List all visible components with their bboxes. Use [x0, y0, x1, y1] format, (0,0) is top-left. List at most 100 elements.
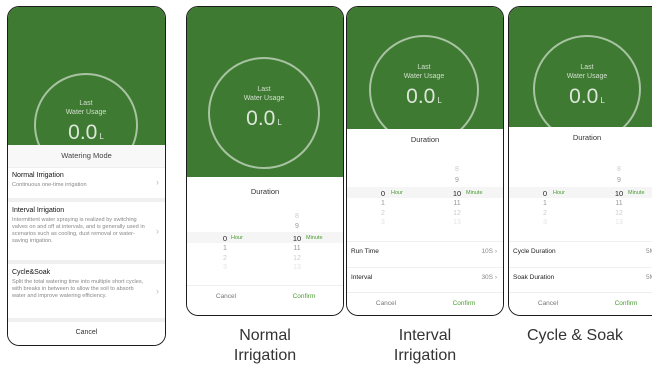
mode-interval-title: Interval Irrigation	[12, 207, 65, 214]
water-usage-label-line1: Last	[580, 64, 594, 71]
confirm-button[interactable]: Confirm	[587, 300, 652, 307]
duration-title: Duration	[410, 135, 440, 144]
cancel-button[interactable]: Cancel	[347, 300, 425, 307]
run-time-value: 10S ›	[481, 248, 497, 255]
water-usage-value: 0.0 L	[406, 85, 442, 108]
caption-interval-irrigation: Interval Irrigation	[346, 326, 504, 366]
phone-watering-mode: Last Water Usage 0.0 L Watering Mode Norm…	[7, 6, 166, 346]
caption-line: Irrigation	[393, 347, 457, 364]
mode-cycle-soak[interactable]: Cycle&Soak Split the total watering time…	[8, 264, 165, 322]
hour-option[interactable]: 2	[535, 210, 555, 217]
cycle-duration-row[interactable]: Cycle Duration 5M ›	[509, 241, 652, 262]
caption-line: Interval	[398, 327, 452, 344]
watering-mode-title: Watering Mode	[8, 145, 165, 168]
minute-selected[interactable]: 10	[447, 189, 467, 198]
caption-normal-irrigation: Normal Irrigation	[186, 326, 344, 366]
run-time-label: Run Time	[351, 248, 379, 255]
interval-row[interactable]: Interval 30S ›	[347, 267, 503, 288]
minute-option[interactable]: 8	[447, 166, 467, 173]
minute-unit: Minute	[628, 190, 645, 196]
dialog-buttons: Cancel Confirm	[347, 292, 503, 315]
cancel-button[interactable]: Cancel	[509, 300, 587, 307]
mode-normal-desc: Continuous one-time irrigation	[12, 182, 87, 188]
phone-interval-irrigation: Last Water Usage 0.0 L Duration 0 Hour 1 …	[346, 6, 504, 316]
water-usage-value: 0.0 L	[569, 85, 605, 108]
interval-label: Interval	[351, 274, 373, 281]
duration-sheet: Duration 0 Hour 1 2 3 8 9 10 Minute 11 1…	[187, 177, 343, 315]
minute-option[interactable]: 11	[287, 245, 307, 252]
duration-title: Duration	[572, 133, 602, 142]
water-usage-label-line2: Water Usage	[403, 73, 445, 80]
hour-option[interactable]: 2	[373, 210, 393, 217]
cancel-button[interactable]: Cancel	[187, 293, 265, 300]
phone-normal-irrigation: Last Water Usage 0.0 L Duration 0 Hour 1 …	[186, 6, 344, 316]
mode-normal-title: Normal Irrigation	[12, 172, 64, 179]
hour-option[interactable]: 3	[215, 264, 235, 271]
minute-option[interactable]: 13	[287, 264, 307, 271]
minute-option[interactable]: 8	[287, 213, 307, 220]
run-time-row[interactable]: Run Time 10S ›	[347, 241, 503, 262]
duration-sheet: Duration 0 Hour 1 2 3 8 9 10 Minute 11 1…	[509, 127, 652, 315]
minute-option[interactable]: 11	[447, 200, 467, 207]
water-usage-label-line2: Water Usage	[65, 109, 107, 116]
water-usage-label-line1: Last	[417, 64, 431, 71]
hour-option[interactable]: 1	[373, 200, 393, 207]
phone-cycle-soak: Last Water Usage 0.0 L Duration 0 Hour 1 …	[508, 6, 652, 316]
hour-option[interactable]: 2	[215, 255, 235, 262]
minute-option[interactable]: 12	[447, 210, 467, 217]
interval-value: 30S ›	[481, 274, 497, 281]
water-usage-label-line1: Last	[79, 100, 93, 107]
mode-cycle-desc: Split the total watering time into multi…	[12, 279, 144, 299]
water-usage-value: 0.0 L	[246, 107, 282, 130]
minute-option[interactable]: 13	[447, 219, 467, 226]
minute-selected[interactable]: 10	[287, 234, 307, 243]
chevron-right-icon: ›	[156, 286, 159, 296]
water-usage-label-line2: Water Usage	[566, 73, 608, 80]
minute-option[interactable]: 13	[609, 219, 629, 226]
chevron-right-icon: ›	[494, 274, 497, 281]
minute-option[interactable]: 9	[447, 177, 467, 184]
water-usage-gauge: Last Water Usage 0.0 L	[208, 57, 320, 169]
minute-unit: Minute	[306, 235, 323, 241]
mode-cycle-title: Cycle&Soak	[12, 269, 51, 276]
chevron-right-icon: ›	[156, 226, 159, 236]
minute-option[interactable]: 9	[609, 177, 629, 184]
water-usage-label-line2: Water Usage	[243, 95, 285, 102]
caption-line: Irrigation	[233, 347, 297, 364]
cancel-button[interactable]: Cancel	[8, 329, 165, 336]
mode-interval-desc: Intermittent water spraying is realized …	[12, 217, 145, 244]
minute-unit: Minute	[466, 190, 483, 196]
minute-option[interactable]: 12	[287, 255, 307, 262]
confirm-button[interactable]: Confirm	[425, 300, 503, 307]
water-usage-value: 0.0 L	[68, 121, 104, 144]
confirm-button[interactable]: Confirm	[265, 293, 343, 300]
hour-option[interactable]: 1	[215, 245, 235, 252]
caption-line: Cycle & Soak	[526, 327, 624, 344]
hour-option[interactable]: 1	[535, 200, 555, 207]
minute-selected[interactable]: 10	[609, 189, 629, 198]
chevron-right-icon: ›	[494, 248, 497, 255]
soak-duration-label: Soak Duration	[513, 274, 555, 281]
duration-title: Duration	[250, 187, 280, 196]
soak-duration-value: 5M ›	[645, 274, 652, 281]
hour-unit: Hour	[391, 190, 403, 196]
hour-unit: Hour	[553, 190, 565, 196]
mode-normal-irrigation[interactable]: Normal Irrigation Continuous one-time ir…	[8, 167, 165, 202]
watering-mode-sheet: Watering Mode Normal Irrigation Continuo…	[8, 145, 165, 345]
hour-option[interactable]: 3	[535, 219, 555, 226]
dialog-buttons: Cancel Confirm	[509, 292, 652, 315]
cycle-duration-label: Cycle Duration	[513, 248, 556, 255]
soak-duration-row[interactable]: Soak Duration 5M ›	[509, 267, 652, 288]
minute-option[interactable]: 9	[287, 223, 307, 230]
hour-selected[interactable]: 0	[535, 189, 555, 198]
minute-option[interactable]: 11	[609, 200, 629, 207]
chevron-right-icon: ›	[156, 177, 159, 187]
minute-option[interactable]: 8	[609, 166, 629, 173]
minute-option[interactable]: 12	[609, 210, 629, 217]
mode-interval-irrigation[interactable]: Interval Irrigation Intermittent water s…	[8, 202, 165, 264]
water-usage-label-line1: Last	[257, 86, 271, 93]
hour-selected[interactable]: 0	[373, 189, 393, 198]
duration-sheet: Duration 0 Hour 1 2 3 8 9 10 Minute 11 1…	[347, 129, 503, 315]
dialog-buttons: Cancel Confirm	[187, 285, 343, 308]
hour-option[interactable]: 3	[373, 219, 393, 226]
